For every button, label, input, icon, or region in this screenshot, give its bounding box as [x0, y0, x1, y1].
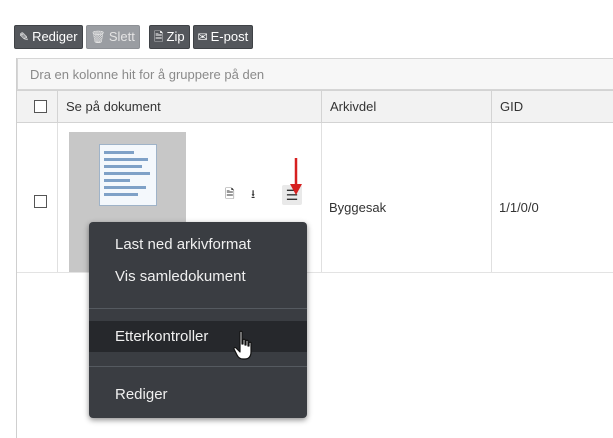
- column-divider: [321, 123, 322, 272]
- select-all-checkbox[interactable]: [34, 100, 47, 113]
- group-by-drop-area[interactable]: Dra en kolonne hit for å gruppere på den: [17, 58, 613, 90]
- envelope-icon: ✉: [197, 30, 208, 44]
- grid-header: Se på dokument Arkivdel GID: [17, 90, 613, 123]
- context-menu: Last ned arkivformat Vis samledokument E…: [89, 222, 307, 418]
- row-checkbox[interactable]: [34, 195, 47, 208]
- delete-button[interactable]: 🗑 Slett: [85, 25, 140, 49]
- document-icon[interactable]: 🗎: [225, 185, 235, 206]
- menu-item-edit[interactable]: Rediger: [89, 385, 307, 405]
- gid-cell: 1/1/0/0: [499, 200, 539, 215]
- column-header-arkivdel[interactable]: Arkivdel: [321, 91, 491, 122]
- edit-label: Rediger: [32, 29, 78, 44]
- menu-item-show-combined-document[interactable]: Vis samledokument: [89, 267, 307, 287]
- toolbar: ✎ Rediger 🗑 Slett 🗎 Zip ✉ E-post: [14, 25, 254, 49]
- hand-pointer-cursor-icon: [233, 330, 252, 360]
- column-divider: [491, 123, 492, 272]
- trash-icon: 🗑: [90, 30, 106, 44]
- pencil-icon: ✎: [19, 30, 30, 44]
- download-icon[interactable]: ⭳: [251, 185, 255, 206]
- delete-label: Slett: [108, 29, 135, 44]
- arkivdel-cell: Byggesak: [329, 200, 387, 215]
- edit-button[interactable]: ✎ Rediger: [14, 25, 83, 49]
- menu-item-download-archive-format[interactable]: Last ned arkivformat: [89, 235, 307, 255]
- zip-label: Zip: [166, 29, 185, 44]
- annotation-arrow-icon: [290, 158, 302, 195]
- menu-separator: [89, 366, 307, 367]
- email-label: E-post: [210, 29, 249, 44]
- column-header-document[interactable]: Se på dokument: [57, 91, 321, 122]
- zip-button[interactable]: 🗎 Zip: [148, 25, 190, 49]
- menu-item-post-check[interactable]: Etterkontroller: [89, 321, 307, 352]
- zip-file-icon: 🗎: [153, 30, 164, 44]
- document-preview-image: [99, 144, 157, 206]
- menu-separator: [89, 308, 307, 309]
- email-button[interactable]: ✉ E-post: [192, 25, 254, 49]
- column-header-gid[interactable]: GID: [491, 91, 613, 122]
- column-divider: [57, 123, 58, 272]
